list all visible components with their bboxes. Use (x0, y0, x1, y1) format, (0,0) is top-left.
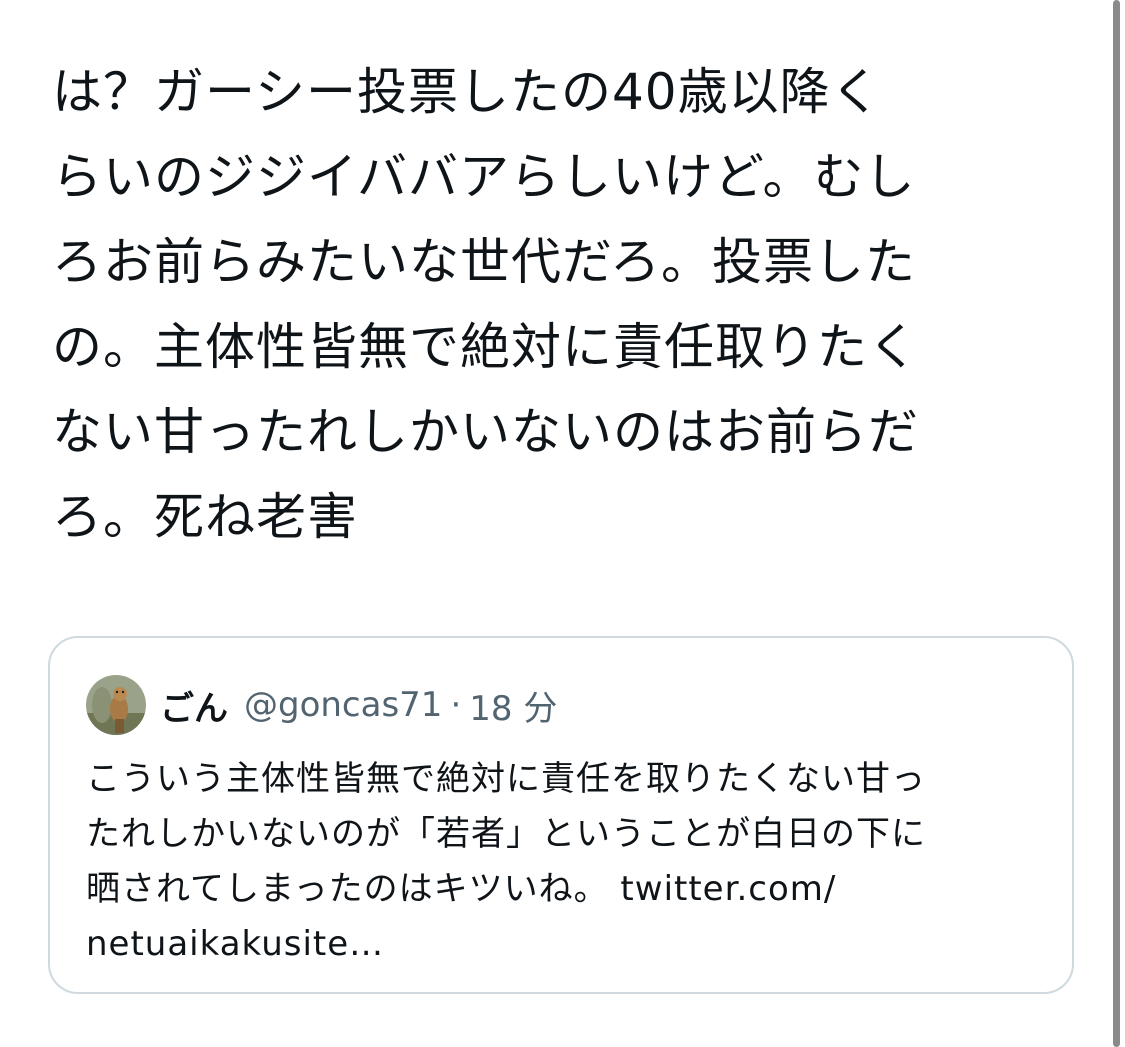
separator-dot: · (450, 685, 462, 725)
tweet-text: は？ガーシー投票したの40歳以降く らいのジジイババアらしいけど。むし ろお前ら… (52, 63, 919, 546)
quoted-tweet-text: こういう主体性皆無で絶対に責任を取りたくない甘っ たれしかいないのが「若者」とい… (86, 759, 926, 964)
author-name[interactable]: ごん (160, 681, 228, 730)
user-avatar-icon[interactable] (86, 675, 146, 735)
quoted-tweet-header: ごん @goncas71 · 18 分 (86, 672, 557, 738)
avatar-image (86, 675, 146, 735)
quoted-tweet-card[interactable]: ごん @goncas71 · 18 分 こういう主体性皆無で絶対に責任を取りたく… (48, 636, 1074, 994)
author-handle[interactable]: @goncas71 (244, 685, 442, 725)
vertical-scrollbar[interactable] (1108, 0, 1125, 1047)
timestamp[interactable]: 18 分 (469, 681, 557, 730)
tweet: は？ガーシー投票したの40歳以降く らいのジジイババアらしいけど。むし ろお前ら… (0, 0, 1108, 1047)
scrollbar-thumb[interactable] (1113, 0, 1120, 1047)
